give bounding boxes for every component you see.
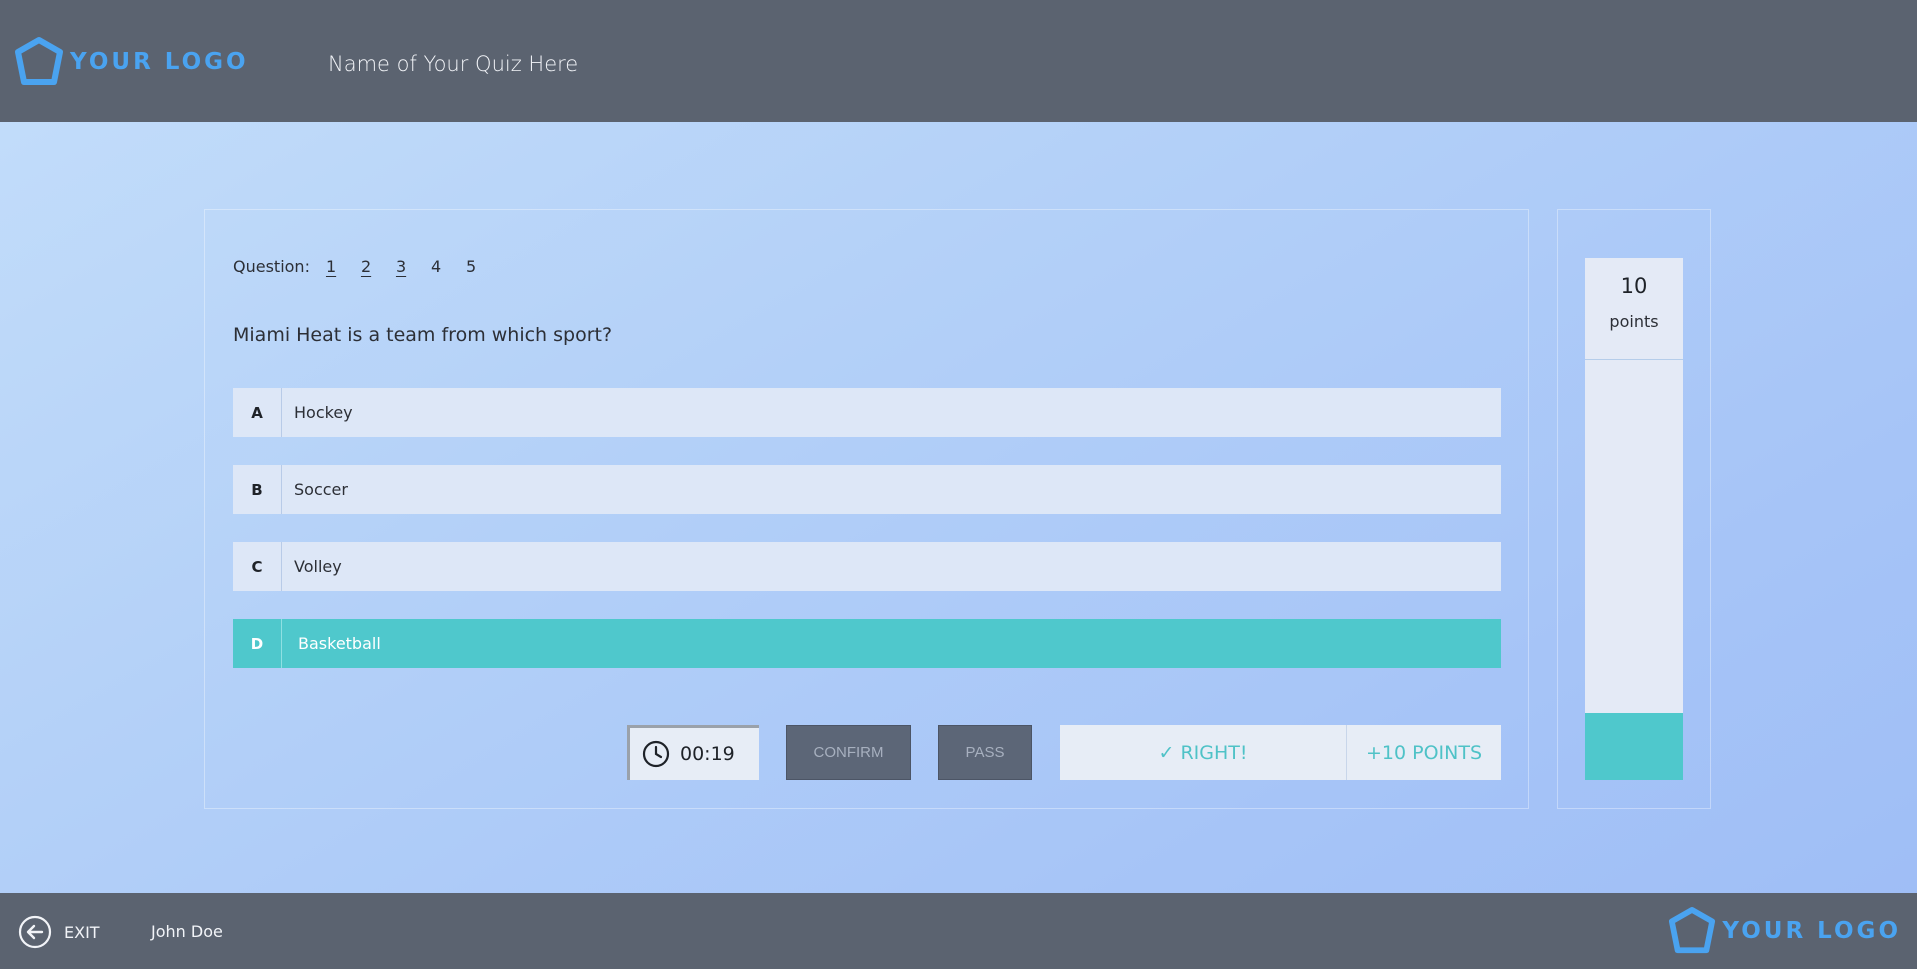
score-panel: 10 points [1557,209,1711,809]
answer-option-a[interactable]: A Hockey [233,388,1501,437]
exit-label: EXIT [64,922,100,942]
question-nav-item-5[interactable]: 5 [466,257,501,276]
answer-letter: A [233,388,282,437]
question-nav-item-2[interactable]: 2 [361,257,396,276]
score-box: 10 points [1585,258,1683,360]
pass-button[interactable]: PASS [938,725,1032,780]
user-name: John Doe [151,922,223,941]
answer-text: Hockey [294,403,353,422]
answer-letter: D [233,619,282,668]
top-bar: YOUR LOGO Name of Your Quiz Here [0,0,1917,122]
score-progress-fill [1585,712,1683,780]
score-progress-bar [1585,360,1683,780]
footer-logo: YOUR LOGO [1668,906,1901,956]
feedback-points: +10 POINTS [1365,741,1483,764]
answer-option-b[interactable]: B Soccer [233,465,1501,514]
quiz-panel: Question: 1 2 3 4 5 Miami Heat is a team… [204,209,1529,809]
question-nav-label: Question: [233,257,310,276]
logo-text: YOUR LOGO [1722,918,1901,944]
answer-text: Soccer [294,480,348,499]
score-value: 10 [1620,274,1648,298]
confirm-button[interactable]: CONFIRM [786,725,911,780]
logo-text: YOUR LOGO [70,49,249,75]
pentagon-logo-icon [1669,907,1716,954]
answer-text: Basketball [298,634,381,653]
question-nav: Question: 1 2 3 4 5 [233,257,501,276]
bottom-bar: EXIT John Doe YOUR LOGO [0,893,1917,969]
clock-icon [642,740,670,768]
timer: 00:19 [627,725,759,780]
question-nav-item-1[interactable]: 1 [326,257,361,276]
score-label: points [1609,312,1659,331]
answer-text: Volley [294,557,342,576]
answer-letter: B [233,465,282,514]
question-nav-item-3[interactable]: 3 [396,257,431,276]
exit-button[interactable]: EXIT [18,915,100,949]
answer-option-c[interactable]: C Volley [233,542,1501,591]
answer-option-d[interactable]: D Basketball [233,619,1501,668]
back-arrow-icon [18,915,52,949]
timer-value: 00:19 [680,743,735,765]
question-text: Miami Heat is a team from which sport? [233,324,613,346]
question-nav-item-4[interactable]: 4 [431,257,466,276]
quiz-title: Name of Your Quiz Here [328,52,579,76]
header-logo: YOUR LOGO [14,36,249,88]
answer-letter: C [233,542,282,591]
pentagon-logo-icon [15,37,63,85]
feedback-result: ✓ RIGHT! [1060,725,1347,780]
feedback-box: ✓ RIGHT! +10 POINTS [1060,725,1501,780]
